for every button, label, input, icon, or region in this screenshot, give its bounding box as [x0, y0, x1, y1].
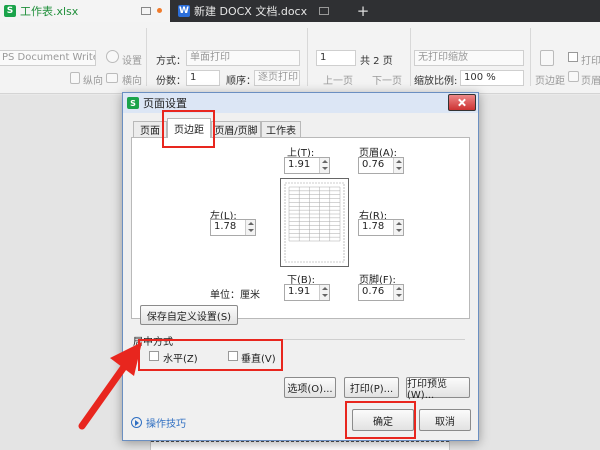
margins-button[interactable]: 页边距 — [535, 72, 565, 87]
margins-preview — [280, 178, 349, 267]
header-footer-icon[interactable] — [568, 71, 579, 82]
document-file-icon: W — [178, 5, 190, 17]
header-margin-stepper[interactable]: 0.76 — [358, 157, 404, 174]
settings-button[interactable]: 设置 — [122, 52, 142, 67]
bottom-margin-stepper[interactable]: 1.91 — [284, 284, 330, 301]
footer-margin-value: 0.76 — [362, 286, 385, 297]
header-margin-value: 0.76 — [362, 159, 385, 170]
left-margin-stepper[interactable]: 1.78 — [210, 219, 256, 236]
footer-margin-stepper[interactable]: 0.76 — [358, 284, 404, 301]
spin-arrows-icon[interactable] — [393, 285, 403, 300]
copies-stepper[interactable]: 1 — [186, 70, 220, 86]
divider — [530, 28, 531, 86]
zoom-label: 缩放比例: — [414, 76, 458, 87]
landscape-icon[interactable] — [106, 73, 118, 83]
portrait-icon[interactable] — [70, 72, 80, 84]
unsaved-dot-icon — [157, 8, 162, 13]
tab-worksheet-settings[interactable]: 工作表 — [261, 121, 301, 137]
monitor-icon[interactable] — [141, 7, 151, 15]
spin-arrows-icon[interactable] — [245, 220, 255, 235]
tips-label: 操作技巧 — [146, 419, 186, 430]
bottom-margin-value: 1.91 — [288, 286, 311, 297]
print-button[interactable]: 打印(P)... — [344, 377, 399, 398]
zoom-select[interactable]: 100 % — [460, 70, 524, 86]
previous-page-button[interactable]: 上一页 — [323, 72, 353, 87]
next-page-button[interactable]: 下一页 — [372, 72, 402, 87]
highlight-ok-button — [345, 401, 416, 439]
dialog-title: 页面设置 — [143, 97, 187, 110]
app-logo-icon: S — [127, 97, 139, 109]
left-margin-value: 1.78 — [214, 221, 237, 232]
scaling-select[interactable]: 无打印缩放 — [414, 50, 524, 66]
spreadsheet-file-icon: S — [4, 5, 16, 17]
tab-label: 工作表.xlsx — [20, 5, 79, 18]
copies-label: 份数： — [156, 76, 186, 87]
divider — [307, 28, 308, 86]
margins-icon[interactable] — [540, 50, 554, 66]
right-margin-stepper[interactable]: 1.78 — [358, 219, 404, 236]
new-tab-plus-icon[interactable]: + — [354, 0, 372, 22]
top-margin-stepper[interactable]: 1.91 — [284, 157, 330, 174]
header-footer-button[interactable]: 页眉 — [581, 72, 600, 87]
total-pages: 共 2 页 — [360, 56, 393, 67]
print-gridlines-label: 打印网 — [581, 56, 600, 67]
print-order-select[interactable]: 逐页打印 — [254, 70, 300, 86]
divider — [410, 28, 411, 86]
portrait-button[interactable]: 纵向 — [83, 72, 103, 87]
page-break-line — [151, 441, 449, 442]
order-label: 顺序： — [226, 76, 256, 87]
save-custom-settings-button[interactable]: 保存自定义设置(S) — [140, 305, 238, 325]
margins-panel: 上(T): 1.91 页眉(A): 0.76 左(L): 1.78 右(R): … — [131, 137, 470, 325]
gear-icon[interactable] — [106, 50, 119, 63]
right-margin-value: 1.78 — [362, 221, 385, 232]
tab-margins[interactable]: 页边距 — [167, 118, 211, 138]
landscape-button[interactable]: 横向 — [122, 72, 142, 87]
print-preview-button[interactable]: 打印预览(W)... — [406, 377, 470, 401]
red-arrow-icon — [78, 342, 142, 430]
print-mode-select[interactable]: 单面打印 — [186, 50, 300, 66]
tab-docx[interactable]: W 新建 DOCX 文档.docx — [172, 0, 340, 22]
highlight-center-options — [138, 339, 283, 371]
monitor-icon[interactable] — [319, 7, 329, 15]
mode-label: 方式： — [156, 56, 186, 67]
tab-label: 新建 DOCX 文档.docx — [194, 5, 308, 18]
spin-arrows-icon[interactable] — [393, 220, 403, 235]
close-icon[interactable] — [448, 94, 476, 111]
top-margin-value: 1.91 — [288, 159, 311, 170]
page-preview-grid — [284, 182, 345, 263]
spin-arrows-icon[interactable] — [319, 285, 329, 300]
page-number-stepper[interactable]: 1 — [316, 50, 356, 66]
print-gridlines-checkbox[interactable] — [568, 52, 578, 62]
print-preview-ribbon: PS Document Writer 设置 纵向 横向 方式： 单面打印 份数：… — [0, 22, 600, 94]
unit-label: 单位：厘米 — [210, 290, 260, 301]
tab-header-footer[interactable]: 页眉/页脚 — [211, 121, 261, 137]
divider — [146, 28, 147, 86]
tab-bar: S 工作表.xlsx W 新建 DOCX 文档.docx + — [0, 0, 600, 22]
spin-arrows-icon[interactable] — [319, 158, 329, 173]
options-button[interactable]: 选项(O)... — [284, 377, 336, 398]
tab-worksheet[interactable]: S 工作表.xlsx — [0, 0, 170, 22]
cancel-button[interactable]: 取消 — [419, 409, 471, 431]
printer-select[interactable]: PS Document Writer — [0, 50, 96, 66]
spin-arrows-icon[interactable] — [393, 158, 403, 173]
